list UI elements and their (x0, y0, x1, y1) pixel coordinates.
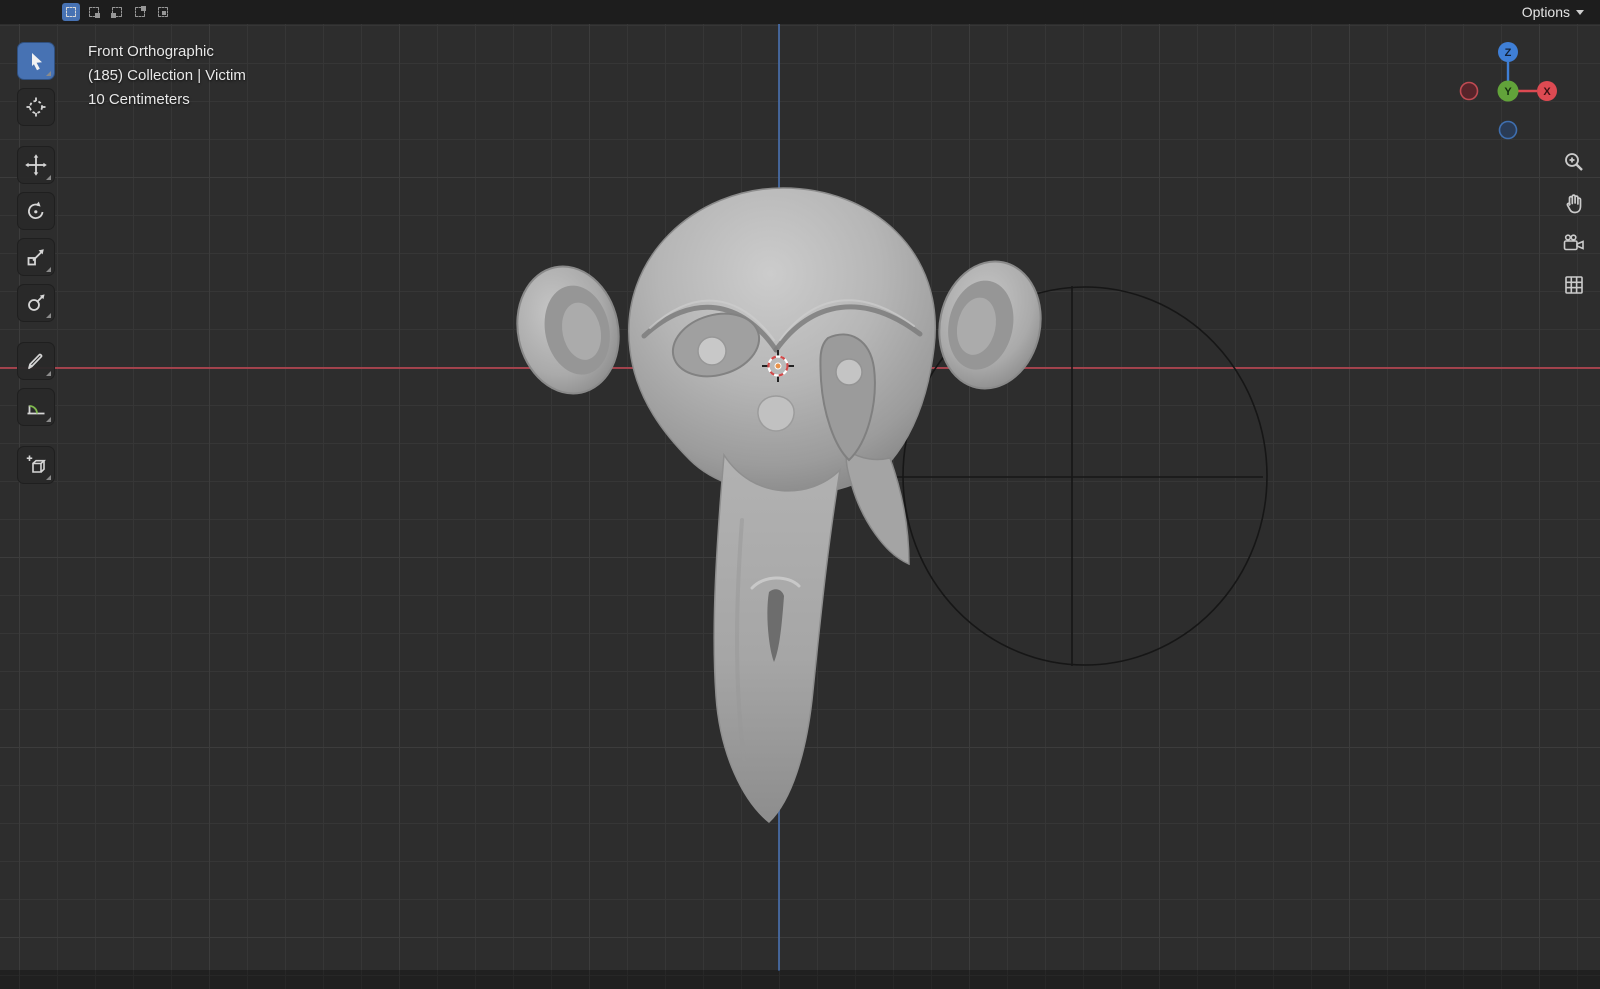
tool-cursor-button[interactable] (17, 88, 55, 126)
tool-rotate-button[interactable] (17, 192, 55, 230)
pan-hand-icon (1562, 191, 1586, 220)
select-mode-group (62, 3, 172, 21)
3d-cursor-icon (24, 95, 48, 119)
select-intersect-icon[interactable] (154, 3, 172, 21)
gizmo-neg-x-ball[interactable] (1461, 83, 1478, 100)
select-set-icon[interactable] (62, 3, 80, 21)
grid-view-button[interactable] (1560, 273, 1588, 301)
svg-text:Y: Y (1504, 86, 1512, 98)
tool-tweak-select-button[interactable] (17, 42, 55, 80)
gizmo-x-ball[interactable]: X (1537, 81, 1557, 101)
select-extend-icon[interactable] (85, 3, 103, 21)
navigation-axis-gizmo[interactable]: Z X Y (1453, 39, 1563, 149)
grid-scale-text: 10 Centimeters (88, 88, 246, 112)
collection-info-text: (185) Collection | Victim (88, 64, 246, 88)
pencil-icon (24, 349, 48, 373)
tool-annotate-button[interactable] (17, 342, 55, 380)
options-label: Options (1522, 4, 1570, 20)
transform-gizmo-icon (24, 291, 48, 315)
tool-transform-button[interactable] (17, 284, 55, 322)
rotate-arc-icon (24, 199, 48, 223)
scale-arrow-icon (24, 245, 48, 269)
chevron-down-icon (1576, 10, 1584, 15)
svg-text:X: X (1543, 86, 1551, 98)
camera-view-icon (1562, 232, 1586, 261)
zoom-in-icon (1562, 150, 1586, 179)
zoom-button[interactable] (1560, 150, 1588, 178)
tool-scale-button[interactable] (17, 238, 55, 276)
viewport-nav-controls (1560, 150, 1588, 301)
viewport-bottom-edge (0, 970, 1600, 989)
move-arrows-icon (24, 153, 48, 177)
suzanne-mesh-object[interactable] (506, 188, 1052, 822)
blender-3d-viewport: Options Front Orthographic (185) Collect… (0, 0, 1600, 989)
pan-button[interactable] (1560, 191, 1588, 219)
protractor-icon (24, 395, 48, 419)
tool-move-button[interactable] (17, 146, 55, 184)
select-subtract-icon[interactable] (108, 3, 126, 21)
tool-add-cube-button[interactable] (17, 446, 55, 484)
options-dropdown[interactable]: Options (1516, 2, 1590, 22)
gizmo-z-ball[interactable]: Z (1498, 42, 1518, 62)
view-name-text: Front Orthographic (88, 40, 246, 64)
camera-view-button[interactable] (1560, 232, 1588, 260)
tool-shelf (17, 42, 57, 492)
viewport-header-bar: Options (0, 0, 1600, 24)
tool-measure-button[interactable] (17, 388, 55, 426)
add-cube-icon (24, 453, 48, 477)
select-invert-icon[interactable] (131, 3, 149, 21)
cursor-arrow-icon (24, 49, 48, 73)
grid-view-icon (1562, 273, 1586, 302)
gizmo-y-ball[interactable]: Y (1498, 81, 1519, 102)
viewport-canvas[interactable] (0, 0, 1600, 989)
gizmo-neg-z-ball[interactable] (1500, 122, 1517, 139)
svg-text:Z: Z (1505, 47, 1512, 59)
viewport-info-overlay: Front Orthographic (185) Collection | Vi… (88, 40, 246, 112)
